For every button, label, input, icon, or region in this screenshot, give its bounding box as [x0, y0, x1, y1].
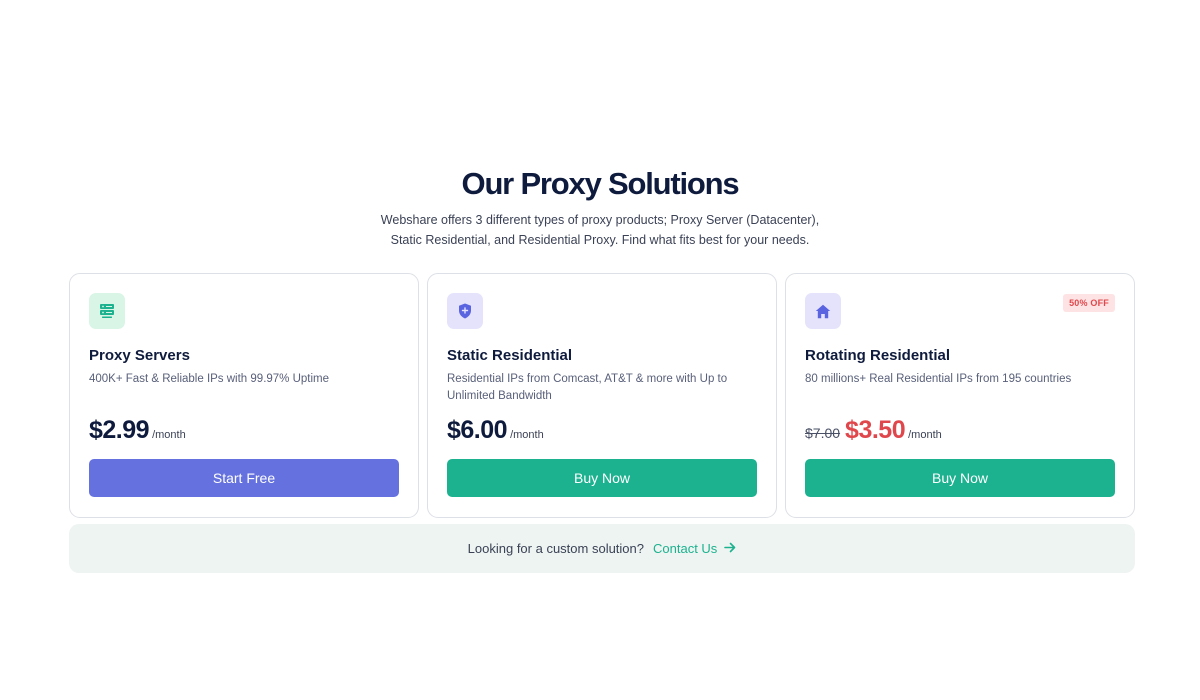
card-description: Residential IPs from Comcast, AT&T & mor… — [447, 373, 728, 402]
card-title: Static Residential — [447, 347, 573, 364]
discount-badge: 50% OFF — [1063, 294, 1115, 312]
shield-icon — [447, 293, 483, 329]
start-free-button[interactable]: Start Free — [89, 459, 399, 497]
card-title: Proxy Servers — [89, 347, 190, 364]
original-price: $7.00 — [805, 425, 841, 441]
section-subtitle: Webshare offers 3 different types of pro… — [380, 213, 820, 247]
home-icon — [805, 293, 841, 329]
price: $2.99 — [89, 416, 150, 444]
server-icon — [89, 293, 125, 329]
card-description: 400K+ Fast & Reliable IPs with 99.97% Up… — [89, 373, 330, 385]
price-period: /month — [908, 429, 942, 441]
custom-solution-bar: Looking for a custom solution? Contact U… — [69, 524, 1135, 573]
pricing-cards: Proxy Servers 400K+ Fast & Reliable IPs … — [69, 273, 1135, 518]
buy-now-button[interactable]: Buy Now — [805, 459, 1115, 497]
card-rotating-residential: 50% OFF Rotating Residential 80 millions… — [785, 273, 1135, 518]
sale-price: $3.50 — [845, 416, 906, 444]
price-period: /month — [152, 429, 186, 441]
arrow-right-icon — [724, 541, 736, 556]
card-title: Rotating Residential — [805, 347, 951, 364]
card-proxy-servers: Proxy Servers 400K+ Fast & Reliable IPs … — [69, 273, 419, 518]
buy-now-button[interactable]: Buy Now — [447, 459, 757, 497]
price-period: /month — [510, 429, 544, 441]
contact-us-label: Contact Us — [653, 541, 718, 556]
custom-solution-text: Looking for a custom solution? — [467, 541, 644, 556]
price-row: $7.00 $3.50 /month — [805, 416, 942, 445]
card-description: 80 millions+ Real Residential IPs from 1… — [805, 373, 1072, 385]
price: $6.00 — [447, 416, 508, 444]
price-row: $6.00 /month — [447, 416, 544, 445]
section-title: Our Proxy Solutions — [461, 166, 740, 201]
card-static-residential: Static Residential Residential IPs from … — [427, 273, 777, 518]
contact-us-link[interactable]: Contact Us — [653, 541, 736, 556]
price-row: $2.99 /month — [89, 416, 186, 445]
